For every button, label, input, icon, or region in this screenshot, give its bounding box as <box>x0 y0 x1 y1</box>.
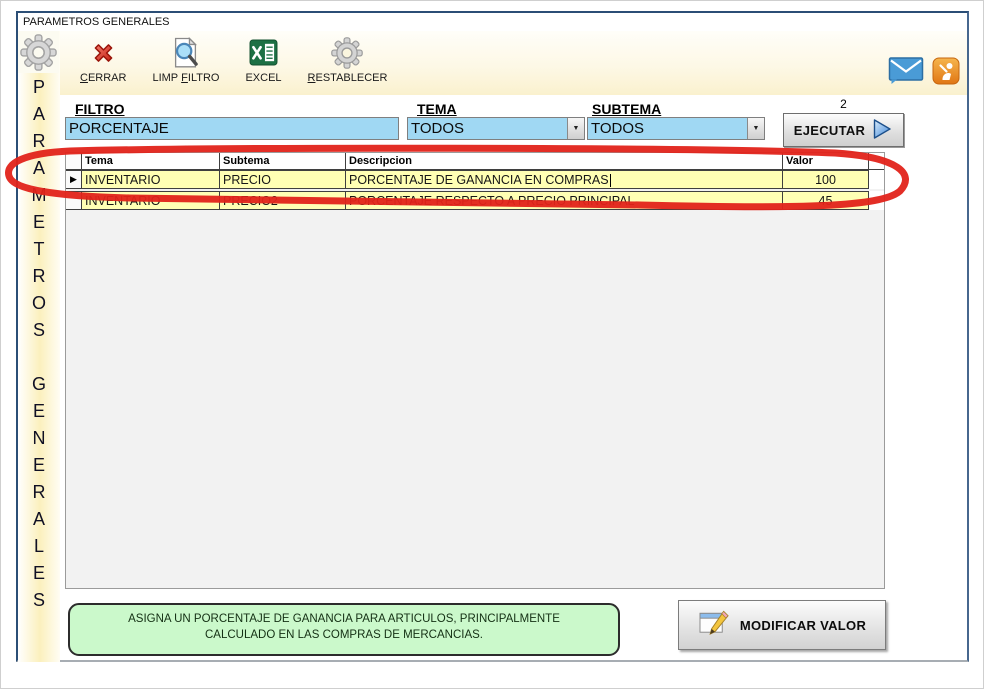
cell-subtema[interactable]: PRECIO2 <box>220 191 346 210</box>
window-title: PARAMETROS GENERALES <box>18 13 967 31</box>
toolbar-buttons: CERRAR LIMPFILTRO <box>75 34 392 84</box>
header-row-selector <box>66 153 82 169</box>
cell-descripcion[interactable]: PORCENTAJE RESPECTO A PRECIO PRINCIPAL <box>346 191 783 210</box>
toolbar-right-icons <box>888 55 960 91</box>
header-descripcion[interactable]: Descripcion <box>346 153 783 169</box>
cell-valor[interactable]: 45 <box>783 191 869 210</box>
edit-pencil-icon <box>698 609 731 641</box>
subtema-dropdown[interactable]: TODOS ▼ <box>587 117 765 140</box>
parameters-table: Tema Subtema Descripcion Valor ▶ INVENTA… <box>65 152 885 589</box>
clear-filter-magnifier-icon <box>171 34 200 71</box>
limp-filtro-button[interactable]: LIMPFILTRO <box>147 34 224 84</box>
tema-label: TEMA <box>417 101 457 117</box>
close-x-icon <box>88 34 119 71</box>
parameter-description-box: ASIGNA UN PORCENTAJE DE GANANCIA PARA AR… <box>68 603 620 656</box>
parametros-generales-window: PARAMETROS GENERALES CERRAR <box>16 11 969 662</box>
cerrar-button[interactable]: CERRAR <box>75 34 131 84</box>
excel-button[interactable]: EXCEL <box>240 34 286 84</box>
excel-icon <box>249 34 278 71</box>
table-header-row: Tema Subtema Descripcion Valor <box>66 153 884 170</box>
cell-valor[interactable]: 100 <box>783 170 869 189</box>
row-selector[interactable] <box>66 191 82 210</box>
header-valor[interactable]: Valor <box>783 153 869 169</box>
filtro-input[interactable] <box>65 117 399 140</box>
table-row[interactable]: ▶ INVENTARIO PRECIO PORCENTAJE DE GANANC… <box>66 170 884 189</box>
text-caret <box>610 174 611 187</box>
toolbar: CERRAR LIMPFILTRO <box>18 31 967 95</box>
cell-tema[interactable]: INVENTARIO <box>82 191 220 210</box>
restablecer-button[interactable]: RESTABLECER <box>303 34 393 84</box>
subtema-dropdown-arrow-icon[interactable]: ▼ <box>747 118 764 139</box>
result-count: 2 <box>783 97 904 111</box>
tema-dropdown-arrow-icon[interactable]: ▼ <box>567 118 584 139</box>
subtema-selected-value: TODOS <box>588 118 747 139</box>
header-subtema[interactable]: Subtema <box>220 153 346 169</box>
help-tutor-icon[interactable] <box>932 57 960 90</box>
modificar-valor-button[interactable]: MODIFICAR VALOR <box>678 600 886 650</box>
screen: PARAMETROS GENERALES CERRAR <box>0 0 984 689</box>
play-arrow-icon <box>872 118 893 143</box>
ejecutar-button[interactable]: EJECUTAR <box>783 113 904 147</box>
sidebar-word-parametros: PARAMETROS <box>30 77 48 347</box>
tema-selected-value: TODOS <box>408 118 567 139</box>
subtema-label: SUBTEMA <box>592 101 661 117</box>
tema-dropdown[interactable]: TODOS ▼ <box>407 117 585 140</box>
filtro-label: FILTRO <box>75 101 125 117</box>
header-tema[interactable]: Tema <box>82 153 220 169</box>
mail-envelope-icon[interactable] <box>888 55 925 91</box>
cell-subtema[interactable]: PRECIO <box>220 170 346 189</box>
row-selector-arrow-icon[interactable]: ▶ <box>66 170 82 189</box>
cell-tema[interactable]: INVENTARIO <box>82 170 220 189</box>
sidebar: PARAMETROS GENERALES <box>18 31 60 662</box>
sidebar-vertical-title: PARAMETROS GENERALES <box>18 77 60 617</box>
settings-gear-icon[interactable] <box>18 31 59 73</box>
table-row[interactable]: INVENTARIO PRECIO2 PORCENTAJE RESPECTO A… <box>66 191 884 210</box>
reset-gear-icon <box>331 34 363 71</box>
cell-descripcion[interactable]: PORCENTAJE DE GANANCIA EN COMPRAS <box>346 170 783 189</box>
sidebar-word-generales: GENERALES <box>30 374 48 617</box>
